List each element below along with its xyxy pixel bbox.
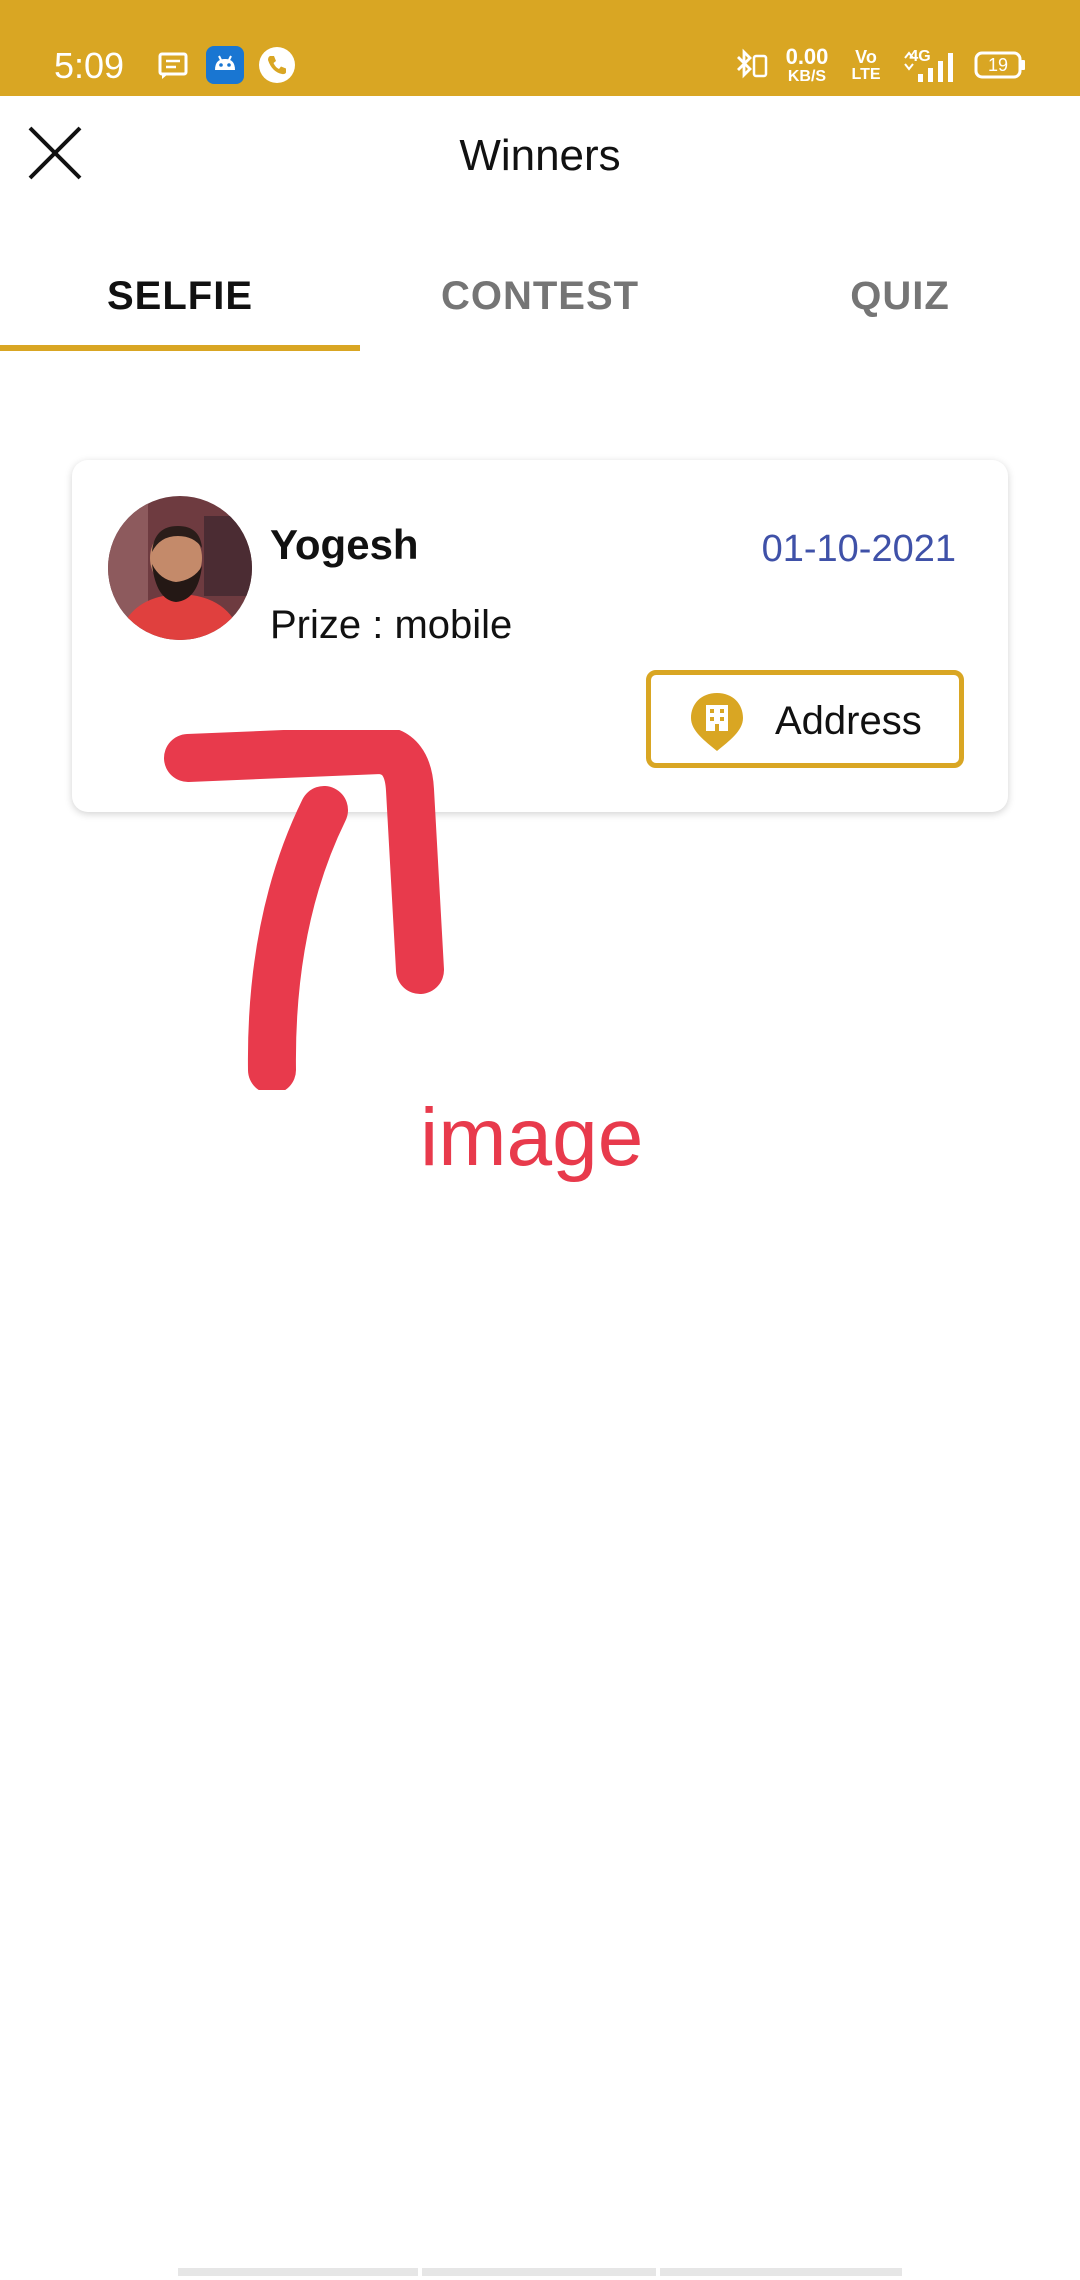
signal-icon <box>904 51 953 82</box>
volte-bottom: LTE <box>851 66 881 83</box>
android-icon <box>206 46 244 84</box>
location-building-icon <box>691 693 743 751</box>
address-button[interactable]: Address <box>646 670 964 768</box>
network-speed-unit: KB/S <box>787 68 827 85</box>
winner-date: 01-10-2021 <box>761 528 956 570</box>
message-icon <box>158 52 188 79</box>
avatar[interactable] <box>108 496 252 640</box>
battery-level: 19 <box>987 55 1009 75</box>
tab-contest[interactable]: CONTEST <box>360 240 720 352</box>
prize-text: Prize : mobile <box>270 603 513 647</box>
tab-quiz[interactable]: QUIZ <box>720 240 1080 352</box>
tab-bar: SELFIE CONTEST QUIZ <box>0 240 1080 352</box>
bluetooth-icon <box>737 48 768 79</box>
tab-indicator <box>0 345 360 351</box>
annotation-arrow <box>164 730 444 1090</box>
avatar-image <box>108 496 252 640</box>
annotation-label: image <box>420 1092 644 1183</box>
network-speed-value: 0.00 <box>785 44 829 69</box>
tab-selfie[interactable]: SELFIE <box>0 240 360 352</box>
status-bar: 5:09 0.00 KB/S Vo LTE 4G 19 <box>0 0 1080 96</box>
address-button-label: Address <box>775 699 922 743</box>
page-title: Winners <box>459 131 621 180</box>
volte-top: Vo <box>855 47 877 67</box>
gesture-bar <box>178 2268 902 2276</box>
phone-icon <box>259 47 295 83</box>
status-time: 5:09 <box>54 45 125 86</box>
winner-name: Yogesh <box>270 521 419 568</box>
